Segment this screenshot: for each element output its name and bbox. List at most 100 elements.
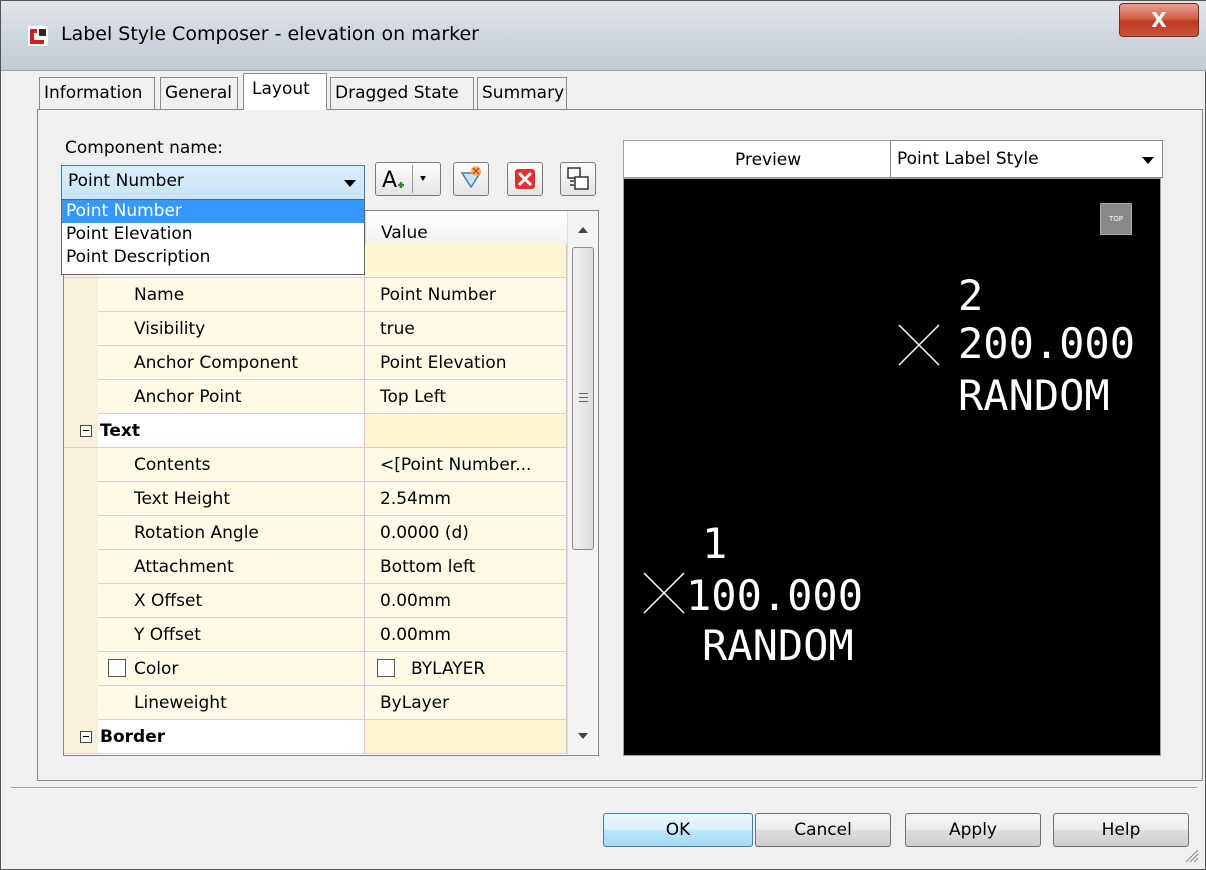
scroll-down-arrow-icon[interactable]: [578, 733, 588, 739]
point-marker-x-icon: [643, 572, 685, 614]
civil3d-app-icon: [28, 26, 48, 46]
dropdown-option[interactable]: Point Number: [62, 200, 364, 223]
preview-header: Preview Point Label Style: [623, 140, 1163, 178]
color-swatch-checkbox[interactable]: [108, 659, 126, 677]
ok-button[interactable]: OK: [603, 813, 753, 847]
copy-component-icon: [460, 166, 482, 189]
view-cube-top-button[interactable]: TOP: [1100, 203, 1132, 235]
property-value-cell[interactable]: Top Left: [365, 380, 567, 414]
property-name-cell[interactable]: Anchor Point: [98, 380, 365, 414]
color-swatch-icon: [377, 659, 395, 677]
grid-property-row[interactable]: Name Point Number: [64, 278, 567, 312]
grid-property-row[interactable]: Lineweight ByLayer: [64, 686, 567, 720]
component-name-dropdown[interactable]: Point Number: [61, 165, 365, 200]
scroll-up-arrow-icon[interactable]: [578, 227, 588, 233]
row-gutter: [64, 278, 98, 312]
close-button[interactable]: X: [1119, 3, 1199, 37]
grid-property-row[interactable]: Text Height 2.54mm: [64, 482, 567, 516]
dropdown-option[interactable]: Point Elevation: [62, 223, 364, 246]
property-name-cell[interactable]: Text: [64, 414, 365, 448]
property-value-cell[interactable]: [365, 414, 567, 448]
copy-component-button[interactable]: [453, 162, 489, 196]
dropdown-option[interactable]: Point Description: [62, 246, 364, 269]
property-name-cell[interactable]: Lineweight: [98, 686, 365, 720]
row-gutter: [64, 618, 98, 652]
property-name-cell[interactable]: Color: [98, 652, 365, 686]
tab-information[interactable]: Information: [39, 77, 155, 109]
property-name-cell[interactable]: Y Offset: [98, 618, 365, 652]
property-value-cell[interactable]: <[Point Number...: [365, 448, 567, 482]
grid-property-row[interactable]: Anchor Point Top Left: [64, 380, 567, 414]
property-value-cell[interactable]: true: [365, 312, 567, 346]
property-value: true: [380, 319, 415, 339]
title-bar[interactable]: Label Style Composer - elevation on mark…: [1, 1, 1206, 71]
grid-property-row[interactable]: Rotation Angle 0.0000 (d): [64, 516, 567, 550]
property-value-cell[interactable]: [365, 720, 567, 754]
grid-property-row[interactable]: X Offset 0.00mm: [64, 584, 567, 618]
component-draw-order-button[interactable]: [560, 162, 596, 196]
property-value-cell[interactable]: [365, 244, 567, 278]
property-name-cell[interactable]: Anchor Component: [98, 346, 365, 380]
resize-grip-icon[interactable]: [1183, 847, 1199, 863]
grid-property-row[interactable]: Attachment Bottom left: [64, 550, 567, 584]
preview-style-value: Point Label Style: [897, 149, 1039, 169]
chevron-down-icon: [344, 180, 356, 187]
property-value-cell[interactable]: ByLayer: [365, 686, 567, 720]
property-value-cell[interactable]: 2.54mm: [365, 482, 567, 516]
grid-property-row[interactable]: Y Offset 0.00mm: [64, 618, 567, 652]
property-value-cell[interactable]: 0.00mm: [365, 618, 567, 652]
property-name-cell[interactable]: Contents: [98, 448, 365, 482]
window-title: Label Style Composer - elevation on mark…: [61, 23, 479, 45]
property-value: 2.54mm: [380, 489, 451, 509]
component-name-label: Component name:: [65, 138, 224, 158]
grid-category-row[interactable]: Text: [64, 414, 567, 448]
row-gutter: [64, 312, 98, 346]
property-value-cell[interactable]: Point Number: [365, 278, 567, 312]
delete-component-button[interactable]: [507, 162, 543, 196]
property-value-cell[interactable]: BYLAYER: [365, 652, 567, 686]
grid-property-row[interactable]: Contents <[Point Number...: [64, 448, 567, 482]
point-1-elevation: 100.000: [686, 571, 864, 620]
preview-style-dropdown[interactable]: Point Label Style: [890, 140, 1163, 178]
scrollbar-thumb[interactable]: [572, 247, 594, 550]
grid-category-row[interactable]: Border: [64, 720, 567, 754]
property-value: Point Number: [380, 285, 496, 305]
property-value-cell[interactable]: Point Elevation: [365, 346, 567, 380]
cancel-button[interactable]: Cancel: [755, 813, 891, 847]
property-name-cell[interactable]: Name: [98, 278, 365, 312]
dialog-window: Label Style Composer - elevation on mark…: [0, 0, 1206, 870]
chevron-down-icon: [1142, 157, 1154, 164]
row-gutter: [64, 686, 98, 720]
property-value: Bottom left: [380, 557, 476, 577]
component-dropdown-list[interactable]: Point Number Point Elevation Point Descr…: [61, 199, 365, 275]
component-name-value: Point Number: [68, 171, 184, 191]
help-button[interactable]: Help: [1053, 813, 1189, 847]
create-text-component-button[interactable]: A: [375, 162, 441, 196]
property-name-cell[interactable]: Text Height: [98, 482, 365, 516]
button-bar-separator: [11, 787, 1197, 789]
grid-property-row[interactable]: Visibility true: [64, 312, 567, 346]
grid-property-row[interactable]: Anchor Component Point Elevation: [64, 346, 567, 380]
apply-button[interactable]: Apply: [905, 813, 1041, 847]
row-gutter: [64, 482, 98, 516]
grid-vertical-scrollbar[interactable]: [567, 211, 598, 755]
property-name-cell[interactable]: Attachment: [98, 550, 365, 584]
tab-summary[interactable]: Summary: [477, 77, 567, 109]
tab-dragged-state[interactable]: Dragged State: [330, 77, 474, 109]
property-value-cell[interactable]: 0.00mm: [365, 584, 567, 618]
property-name-cell[interactable]: Visibility: [98, 312, 365, 346]
property-name-cell[interactable]: Border: [64, 720, 365, 754]
tab-layout[interactable]: Layout: [243, 73, 327, 110]
property-value: 0.00mm: [380, 591, 451, 611]
grid-property-row[interactable]: Color BYLAYER: [64, 652, 567, 686]
property-name-cell[interactable]: X Offset: [98, 584, 365, 618]
preview-canvas[interactable]: 2 200.000 RANDOM 1 100.000 RANDOM: [623, 178, 1161, 756]
property-value-cell[interactable]: Bottom left: [365, 550, 567, 584]
property-name-cell[interactable]: Rotation Angle: [98, 516, 365, 550]
property-name: Visibility: [134, 319, 206, 339]
property-value: 0.00mm: [380, 625, 451, 645]
tab-general[interactable]: General: [160, 77, 238, 109]
property-value-cell[interactable]: 0.0000 (d): [365, 516, 567, 550]
row-gutter: [64, 516, 98, 550]
row-gutter: [64, 550, 98, 584]
